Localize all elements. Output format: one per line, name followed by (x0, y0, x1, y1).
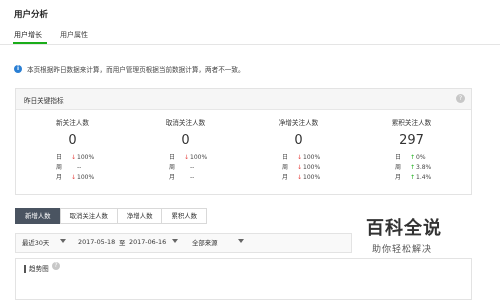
help-icon[interactable]: ? (52, 262, 60, 270)
metric-label: 取消关注人数 (165, 119, 206, 127)
panel-header: 昨日关键指标 ? (16, 89, 471, 110)
page-title: 用户分析 (14, 10, 49, 20)
comparison-row: 周 ↑ 3.8% (395, 164, 432, 171)
metric-comparison-rows: 日 ↓ 100% 周 -- 月 -- (169, 153, 207, 183)
period-select[interactable]: 最近30天 (22, 238, 49, 247)
segment-new-users[interactable]: 新增人数 (15, 208, 61, 224)
date-range-separator: 至 (119, 239, 126, 247)
metric-new-follows: 新关注人数 0 (16, 117, 129, 148)
chevron-down-icon[interactable] (172, 239, 178, 243)
trend-title: 趋势图 (24, 263, 49, 273)
source-select[interactable]: 全部来源 (192, 238, 218, 247)
chevron-down-icon[interactable] (238, 239, 244, 243)
trend-arrow-icon: ↓ (70, 174, 77, 181)
metric-net-follows: 净增关注人数 0 (242, 117, 355, 148)
trend-chart-panel: 趋势图 ? (15, 258, 472, 300)
comparison-row: 日 ↓ 100% (56, 154, 95, 161)
metric-unfollows: 取消关注人数 0 (129, 117, 242, 148)
metric-label: 净增关注人数 (278, 119, 319, 127)
comparison-row: 周 -- (169, 164, 195, 171)
metric-segment-control: 新增人数 取消关注人数 净增人数 累积人数 (15, 208, 208, 224)
segment-cumulative[interactable]: 累积人数 (161, 208, 208, 224)
comparison-row: 日 ↑ 0% (395, 154, 426, 161)
watermark-title: 百科全说 (366, 218, 442, 239)
tab-bar: 用户增长 用户属性 (0, 26, 500, 45)
active-tab-indicator (13, 42, 47, 44)
tab-user-growth[interactable]: 用户增长 (14, 30, 42, 40)
metric-label: 新关注人数 (56, 119, 89, 127)
trend-arrow-icon: ↑ (409, 174, 416, 181)
help-icon[interactable]: ? (456, 94, 465, 103)
segment-unfollows[interactable]: 取消关注人数 (59, 208, 118, 224)
notice-text: 本页根据昨日数据来计算，而用户管理页根据当前数据计算，两者不一致。 (27, 66, 245, 74)
panel-title: 昨日关键指标 (24, 97, 64, 105)
metric-value: 0 (181, 133, 190, 148)
metric-label: 累积关注人数 (391, 119, 432, 127)
chevron-down-icon[interactable] (60, 239, 66, 243)
metric-value: 0 (68, 133, 77, 148)
comparison-row: 月 ↓ 100% (282, 174, 321, 181)
metric-comparison-rows: 日 ↓ 100% 周 ↓ 100% 月 ↓ 100% (282, 153, 320, 183)
filter-bar: 最近30天 2017-05-18 至 2017-06-16 全部来源 (15, 233, 352, 253)
comparison-row: 日 ↓ 100% (282, 154, 321, 161)
metric-comparison-rows: 日 ↓ 100% 周 -- 月 ↓ 100% (56, 153, 94, 183)
trend-arrow-icon: ↑ (409, 164, 416, 171)
trend-arrow-icon: ↓ (183, 154, 190, 161)
comparison-row: 月 -- (169, 174, 195, 181)
segment-net-growth[interactable]: 净增人数 (116, 208, 163, 224)
trend-arrow-icon: ↑ (409, 154, 416, 161)
key-metrics-panel: 昨日关键指标 ? 新关注人数 0 日 ↓ 100% 周 -- 月 ↓ 100% 取消关注人… (15, 88, 472, 195)
watermark-subtitle: 助你轻松解决 (372, 245, 433, 255)
comparison-row: 日 ↓ 100% (169, 154, 208, 161)
comparison-row: 月 ↓ 100% (56, 174, 95, 181)
trend-arrow-icon: ↓ (70, 154, 77, 161)
comparison-row: 月 ↑ 1.4% (395, 174, 432, 181)
trend-arrow-icon: ↓ (296, 154, 303, 161)
trend-arrow-icon: ↓ (296, 174, 303, 181)
metric-comparison-rows: 日 ↑ 0% 周 ↑ 3.8% 月 ↑ 1.4% (395, 153, 431, 183)
metric-total-follows: 累积关注人数 297 (355, 117, 468, 148)
comparison-row: 周 ↓ 100% (282, 164, 321, 171)
metric-value: 297 (399, 133, 424, 148)
trend-arrow-icon: ↓ (296, 164, 303, 171)
date-end-input[interactable]: 2017-06-16 (129, 238, 166, 246)
comparison-row: 周 -- (56, 164, 82, 171)
title-marker (24, 265, 26, 273)
info-icon: i (14, 65, 22, 73)
date-start-input[interactable]: 2017-05-18 (78, 238, 115, 246)
notice-bar: i 本页根据昨日数据来计算，而用户管理页根据当前数据计算，两者不一致。 (14, 64, 245, 74)
metric-value: 0 (294, 133, 303, 148)
tab-user-attributes[interactable]: 用户属性 (60, 30, 88, 40)
